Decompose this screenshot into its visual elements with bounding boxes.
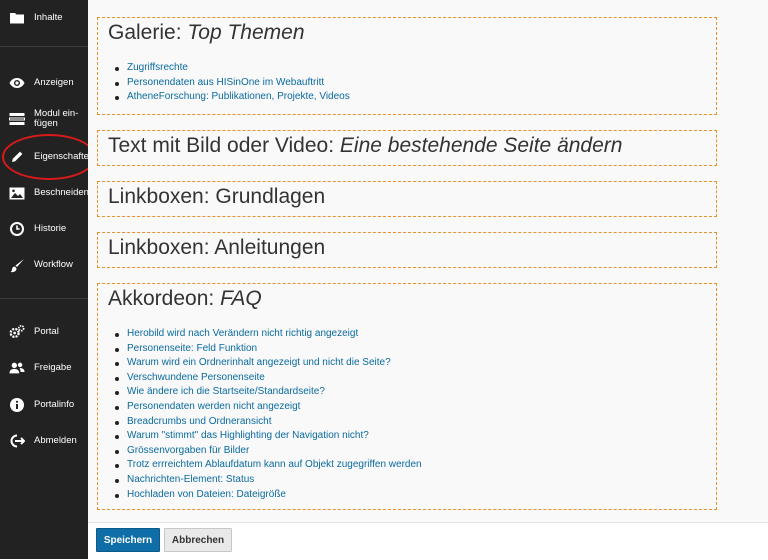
link-item[interactable]: Grössenvorgaben für Bilder <box>115 444 422 459</box>
sidebar-item-anzeigen[interactable]: Anzeigen <box>0 68 88 98</box>
link-item[interactable]: Hochladen von Dateien: Dateigröße <box>115 488 422 503</box>
module-title: Linkboxen: Anleitungen <box>108 236 326 259</box>
insert-module-icon <box>9 111 25 127</box>
link-item[interactable]: Nachrichten-Element: Status <box>115 473 422 488</box>
link-item[interactable]: Warum wird ein Ordnerinhalt angezeigt un… <box>115 356 422 371</box>
sidebar-item-label: Portalinfo <box>34 399 75 410</box>
sidebar-item-beschneiden[interactable]: Beschneiden <box>0 178 89 208</box>
brush-icon <box>9 257 25 273</box>
module-box-linkboxen-grundlagen[interactable]: Linkboxen: Grundlagen <box>97 181 717 217</box>
sidebar-item-label: Modul ein- fügen <box>34 108 79 129</box>
sidebar-item-portal[interactable]: Portal <box>0 317 88 347</box>
users-icon <box>9 360 25 376</box>
sidebar-item-abmelden[interactable]: Abmelden <box>0 426 88 456</box>
module-box-akkordeon[interactable]: Akkordeon: FAQ Herobild wird nach Veränd… <box>97 283 717 510</box>
link-item[interactable]: Personendaten werden nicht angezeigt <box>115 400 422 415</box>
image-icon <box>9 185 25 201</box>
eye-icon <box>9 75 25 91</box>
sidebar-item-label: Freigabe <box>34 362 72 373</box>
sidebar-item-label: Anzeigen <box>34 77 74 88</box>
sidebar: Inhalte Anzeigen Modul ein- fügen Eigens… <box>0 0 96 559</box>
cancel-button[interactable]: Abbrechen <box>164 528 232 552</box>
module-title: Linkboxen: Grundlagen <box>108 185 326 208</box>
sidebar-item-inhalte[interactable]: Inhalte <box>0 3 88 33</box>
sidebar-item-workflow[interactable]: Workflow <box>0 250 88 280</box>
link-item[interactable]: Breadcrumbs und Ordneransicht <box>115 415 422 430</box>
module-box-galerie[interactable]: Galerie: Top Themen Zugriffsrechte Perso… <box>97 17 717 115</box>
content-area: Galerie: Top Themen Zugriffsrechte Perso… <box>88 0 768 522</box>
action-bar: Speichern Abbrechen <box>88 522 768 560</box>
sidebar-item-label: Beschneiden <box>34 187 89 198</box>
sidebar-item-label: Inhalte <box>34 12 63 23</box>
sidebar-item-historie[interactable]: Historie <box>0 214 88 244</box>
link-item[interactable]: Wie ändere ich die Startseite/Standardse… <box>115 385 422 400</box>
sidebar-item-label: Eigenschaften <box>34 151 95 162</box>
link-item[interactable]: Verschwundene Personenseite <box>115 371 422 386</box>
link-item[interactable]: Herobild wird nach Verändern nicht richt… <box>115 327 422 342</box>
link-item[interactable]: Warum "stimmt" das Highlighting der Navi… <box>115 429 422 444</box>
sidebar-item-eigenschaften[interactable]: Eigenschaften <box>0 142 94 172</box>
logout-icon <box>9 433 25 449</box>
sidebar-item-label: Portal <box>34 326 59 337</box>
link-item[interactable]: AtheneForschung: Publikationen, Projekte… <box>115 90 350 105</box>
folder-icon <box>9 10 25 26</box>
link-item[interactable]: Personendaten aus HISinOne im Webauftrit… <box>115 76 350 91</box>
sidebar-item-freigabe[interactable]: Freigabe <box>0 353 88 383</box>
sidebar-item-label: Workflow <box>34 259 73 270</box>
link-item[interactable]: Trotz errreichtem Ablaufdatum kann auf O… <box>115 458 422 473</box>
module-title: Akkordeon: FAQ <box>108 287 262 310</box>
sidebar-item-label: Abmelden <box>34 435 77 446</box>
module-box-text-bild[interactable]: Text mit Bild oder Video: Eine bestehend… <box>97 130 717 166</box>
gears-icon <box>9 324 25 340</box>
sidebar-item-portalinfo[interactable]: Portalinfo <box>0 390 88 420</box>
link-item[interactable]: Zugriffsrechte <box>115 61 350 76</box>
module-title: Galerie: Top Themen <box>108 21 305 44</box>
module-box-linkboxen-anleitungen[interactable]: Linkboxen: Anleitungen <box>97 232 717 268</box>
link-list: Herobild wird nach Verändern nicht richt… <box>115 327 422 503</box>
sidebar-item-label: Historie <box>34 223 67 234</box>
link-item[interactable]: Personenseite: Feld Funktion <box>115 342 422 357</box>
clock-icon <box>9 221 25 237</box>
link-list: Zugriffsrechte Personendaten aus HISinOn… <box>115 61 350 105</box>
module-title: Text mit Bild oder Video: Eine bestehend… <box>108 134 623 157</box>
info-icon <box>9 397 25 413</box>
sidebar-item-modul-einfuegen[interactable]: Modul ein- fügen <box>0 104 88 134</box>
save-button[interactable]: Speichern <box>96 528 160 552</box>
pencil-icon <box>9 149 25 165</box>
